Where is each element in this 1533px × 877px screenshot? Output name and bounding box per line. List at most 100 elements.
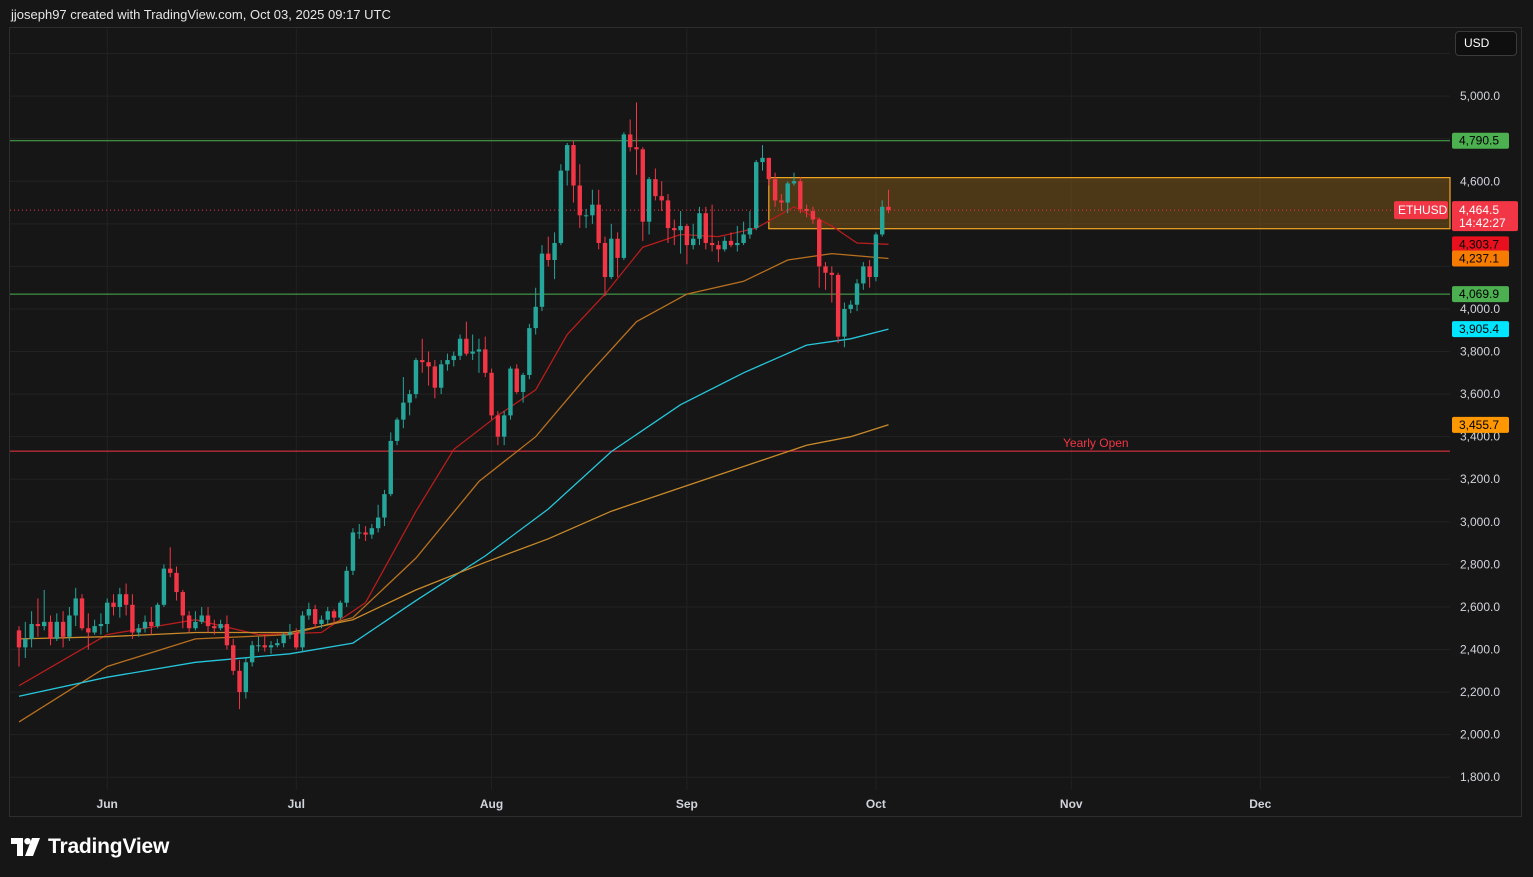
candle-body [105,602,110,624]
grid [10,28,1450,790]
candle-up [23,621,28,659]
candle-down [16,626,22,667]
candle-body [407,394,412,403]
month-label: Nov [1060,797,1083,811]
countdown-timer: 14:42:27 [1459,216,1506,230]
resistance-zone [768,177,1451,230]
price-axis[interactable]: 5,000.04,600.04,000.03,800.03,600.03,400… [1460,89,1500,784]
candle-up [741,221,746,246]
candle-body [401,402,406,420]
candle-body [842,308,847,337]
candle-down [640,147,645,241]
candle-down [231,638,236,676]
candle-down [48,615,53,646]
candle-body [394,419,400,441]
month-label: Sep [676,797,698,811]
candle-body [294,632,299,648]
candle-body [514,368,519,392]
candle-up [445,353,450,371]
candle-down [60,611,66,648]
candle-body [760,157,765,163]
price-tag-value: 4,790.5 [1459,134,1499,148]
candle-down [514,364,519,395]
candle-up [438,360,444,395]
price-tick-label: 3,600.0 [1460,387,1500,401]
candle-up [142,615,148,633]
candle-body [861,266,866,284]
candle-down [602,236,608,297]
candle-body [665,200,671,229]
candle-up [98,613,104,635]
candle-body [848,304,853,309]
price-tick-label: 3,800.0 [1460,345,1500,359]
candle-body [136,628,141,633]
candle-body [16,630,22,648]
candle-body [880,206,885,235]
candle-body [237,670,242,693]
candle-up [382,489,387,527]
candle-up [275,638,280,648]
candle-body [804,208,809,212]
candle-body [779,200,784,203]
candle-up [476,338,482,373]
candle-body [375,517,381,529]
price-chart[interactable]: Yearly Open 5,000.0 4,600.0 4,000.0 3,800.0… [0,0,1533,877]
candle-body [621,134,627,258]
candle-up [92,619,97,635]
symbol-tag: ETHUSD [1398,203,1448,217]
candle-down [716,240,721,263]
candle-down [798,176,803,214]
price-tag: 4,069.9 [1452,286,1509,303]
candle-up [375,504,381,533]
price-tag: 4,790.5 [1452,132,1509,149]
candle-down [79,594,85,631]
candle-down [224,615,230,650]
candle-body [766,157,772,180]
candle-body [615,238,620,258]
candle-up [690,223,696,250]
candle-body [678,225,683,231]
candle-body [867,266,872,278]
candle-up [646,176,652,235]
candle-down [420,338,425,373]
candle-body [533,306,538,329]
candle-body [161,568,167,605]
month-label: Jul [288,797,305,811]
candle-up [590,189,595,224]
candle-down [495,411,501,446]
candle-body [325,611,330,620]
candle-down [596,189,601,250]
month-label: Dec [1249,797,1271,811]
candle-body [319,619,324,624]
candle-body [571,145,576,186]
candle-down [426,351,431,386]
candle-down [817,217,822,288]
candle-body [155,604,160,627]
candle-body [483,349,488,373]
yearly-open-label: Yearly Open [1063,436,1129,450]
candle-body [590,204,595,216]
moving-average-line [18,206,889,687]
currency-button[interactable]: USD [1455,31,1517,56]
candle-up [41,589,47,631]
candle-body [111,602,116,607]
price-tick-label: 3,000.0 [1460,515,1500,529]
candle-up [218,619,223,631]
candle-body [130,604,135,633]
candle-body [186,615,192,629]
candle-body [489,372,494,416]
candle-down [665,194,671,243]
candle-body [627,134,633,148]
time-axis[interactable]: Jun Jul Aug Sep Oct Nov Dec [97,797,1272,811]
candle-body [142,621,148,629]
candle-down [130,594,135,639]
candle-down [123,583,129,616]
candle-body [243,662,249,693]
candle-body [785,183,790,203]
price-tick-label: 2,400.0 [1460,643,1500,657]
candle-body [810,211,816,220]
candle-body [747,228,753,235]
candle-body [646,179,652,222]
candle-body [369,528,375,535]
candle-body [287,632,293,635]
